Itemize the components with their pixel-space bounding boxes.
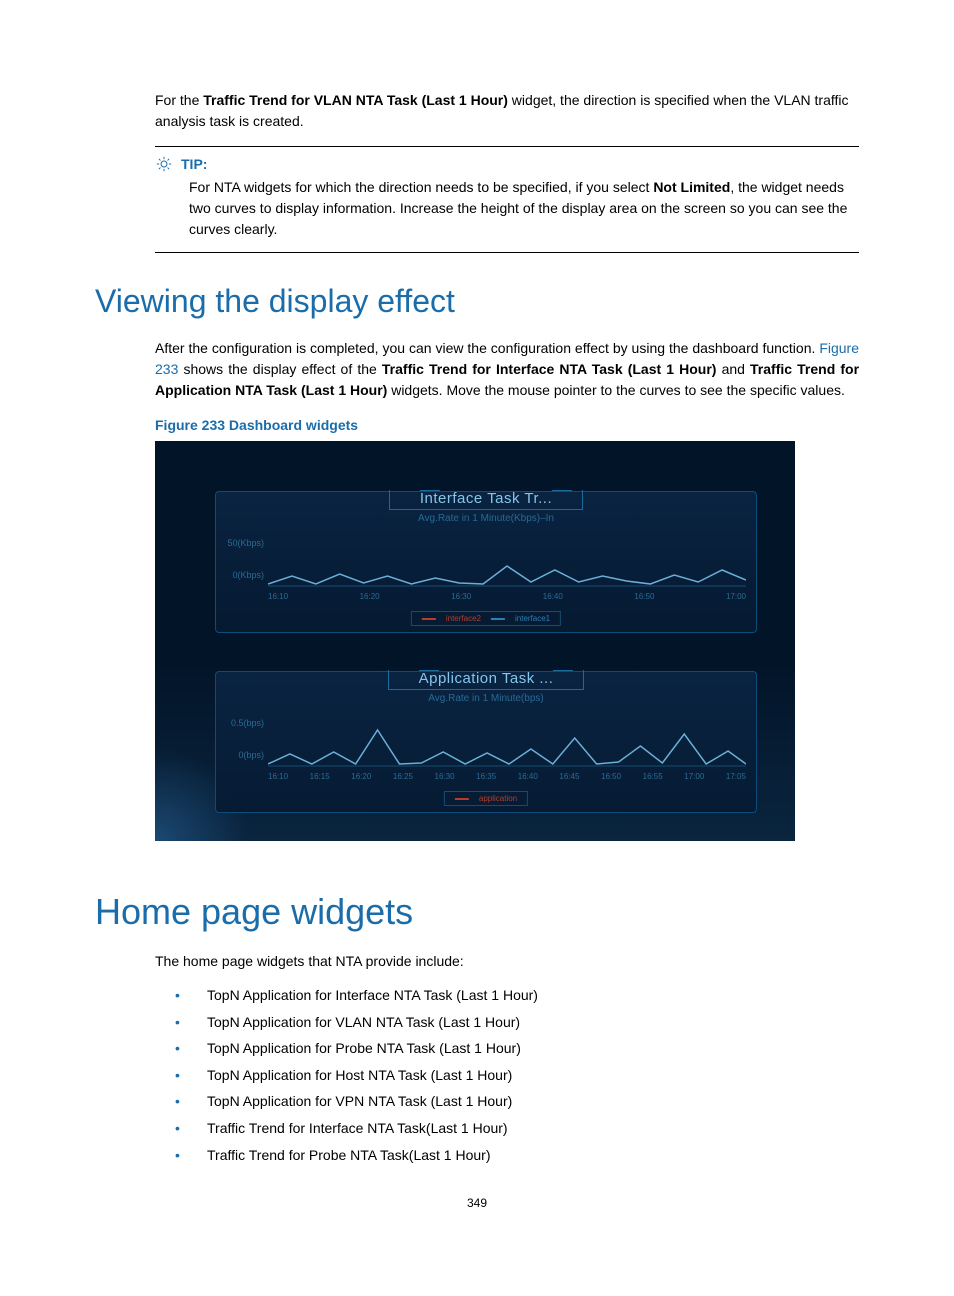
xt: 16:15 <box>310 772 330 781</box>
document-page: For the Traffic Trend for VLAN NTA Task … <box>0 0 954 1250</box>
panel2-y1: 0(bps) <box>220 750 264 760</box>
tip-label: TIP: <box>181 156 207 172</box>
section-heading-viewing: Viewing the display effect <box>95 283 859 320</box>
section1-paragraph: After the configuration is completed, yo… <box>155 338 859 401</box>
panel1-subtitle: Avg.Rate in 1 Minute(Kbps)–In <box>216 513 756 524</box>
panel1-y1: 0(Kbps) <box>220 570 264 580</box>
xt: 16:30 <box>435 772 455 781</box>
s1-and: and <box>716 361 750 377</box>
tip-header: TIP: <box>155 155 859 173</box>
xt: 16:10 <box>268 772 288 781</box>
widget-list: TopN Application for Interface NTA Task … <box>175 982 859 1168</box>
panel2-chart <box>268 716 746 772</box>
s1-pre: After the configuration is completed, yo… <box>155 340 819 356</box>
lightbulb-icon <box>155 155 173 173</box>
figure-caption: Figure 233 Dashboard widgets <box>155 417 859 433</box>
list-item: TopN Application for Probe NTA Task (Las… <box>175 1035 859 1062</box>
xt: 16:35 <box>476 772 496 781</box>
page-number: 349 <box>95 1196 859 1210</box>
panel2-title: Application Task ... <box>388 670 585 690</box>
panel2-subtitle: Avg.Rate in 1 Minute(bps) <box>216 693 756 704</box>
xt: 16:50 <box>634 592 654 601</box>
tip-pre: For NTA widgets for which the direction … <box>189 179 653 195</box>
s1-bold1: Traffic Trend for Interface NTA Task (La… <box>382 361 717 377</box>
panel1-legend: interface2 interface1 <box>411 611 561 626</box>
panel1-x-ticks: 16:10 16:20 16:30 16:40 16:50 17:00 <box>268 592 746 601</box>
panel2-y0: 0.5(bps) <box>220 718 264 728</box>
intro-pre: For the <box>155 92 203 108</box>
legend2-text: interface1 <box>515 614 550 623</box>
panel1-chart <box>268 536 746 592</box>
xt: 16:20 <box>360 592 380 601</box>
list-item: TopN Application for Host NTA Task (Last… <box>175 1062 859 1089</box>
list-item: Traffic Trend for Interface NTA Task(Las… <box>175 1115 859 1142</box>
section2-intro: The home page widgets that NTA provide i… <box>155 951 859 972</box>
tip-bold: Not Limited <box>653 179 730 195</box>
panel1-title: Interface Task Tr... <box>389 490 583 510</box>
xt: 16:25 <box>393 772 413 781</box>
list-item: TopN Application for Interface NTA Task … <box>175 982 859 1009</box>
tip-callout: TIP: For NTA widgets for which the direc… <box>155 146 859 253</box>
intro-bold: Traffic Trend for VLAN NTA Task (Last 1 … <box>203 92 508 108</box>
xt: 16:10 <box>268 592 288 601</box>
panel1-y0: 50(Kbps) <box>220 538 264 548</box>
interface-task-widget: Interface Task Tr... Avg.Rate in 1 Minut… <box>215 491 757 633</box>
legend-text: application <box>479 794 517 803</box>
xt: 16:55 <box>643 772 663 781</box>
panel2-y-labels: 0.5(bps) 0(bps) <box>220 718 264 782</box>
tip-text: For NTA widgets for which the direction … <box>189 177 859 240</box>
xt: 16:40 <box>543 592 563 601</box>
xt: 16:20 <box>351 772 371 781</box>
legend-swatch-icon <box>491 618 505 620</box>
panel1-y-labels: 50(Kbps) 0(Kbps) <box>220 538 264 602</box>
section-heading-home: Home page widgets <box>95 891 859 933</box>
s1-post: widgets. Move the mouse pointer to the c… <box>387 382 845 398</box>
list-item: Traffic Trend for Probe NTA Task(Last 1 … <box>175 1142 859 1169</box>
xt: 16:30 <box>451 592 471 601</box>
legend-swatch-icon <box>455 798 469 800</box>
panel2-legend: application <box>444 791 528 806</box>
xt: 16:50 <box>601 772 621 781</box>
xt: 16:45 <box>559 772 579 781</box>
s1-mid: shows the display effect of the <box>178 361 382 377</box>
list-item: TopN Application for VLAN NTA Task (Last… <box>175 1009 859 1036</box>
panel2-x-ticks: 16:10 16:15 16:20 16:25 16:30 16:35 16:4… <box>268 772 746 781</box>
legend-swatch-icon <box>422 618 436 620</box>
xt: 16:40 <box>518 772 538 781</box>
xt: 17:00 <box>726 592 746 601</box>
application-task-widget: Application Task ... Avg.Rate in 1 Minut… <box>215 671 757 813</box>
list-item: TopN Application for VPN NTA Task (Last … <box>175 1088 859 1115</box>
dashboard-screenshot: Interface Task Tr... Avg.Rate in 1 Minut… <box>155 441 795 841</box>
xt: 17:00 <box>684 772 704 781</box>
legend1-text: interface2 <box>446 614 481 623</box>
xt: 17:05 <box>726 772 746 781</box>
intro-paragraph: For the Traffic Trend for VLAN NTA Task … <box>155 90 859 132</box>
